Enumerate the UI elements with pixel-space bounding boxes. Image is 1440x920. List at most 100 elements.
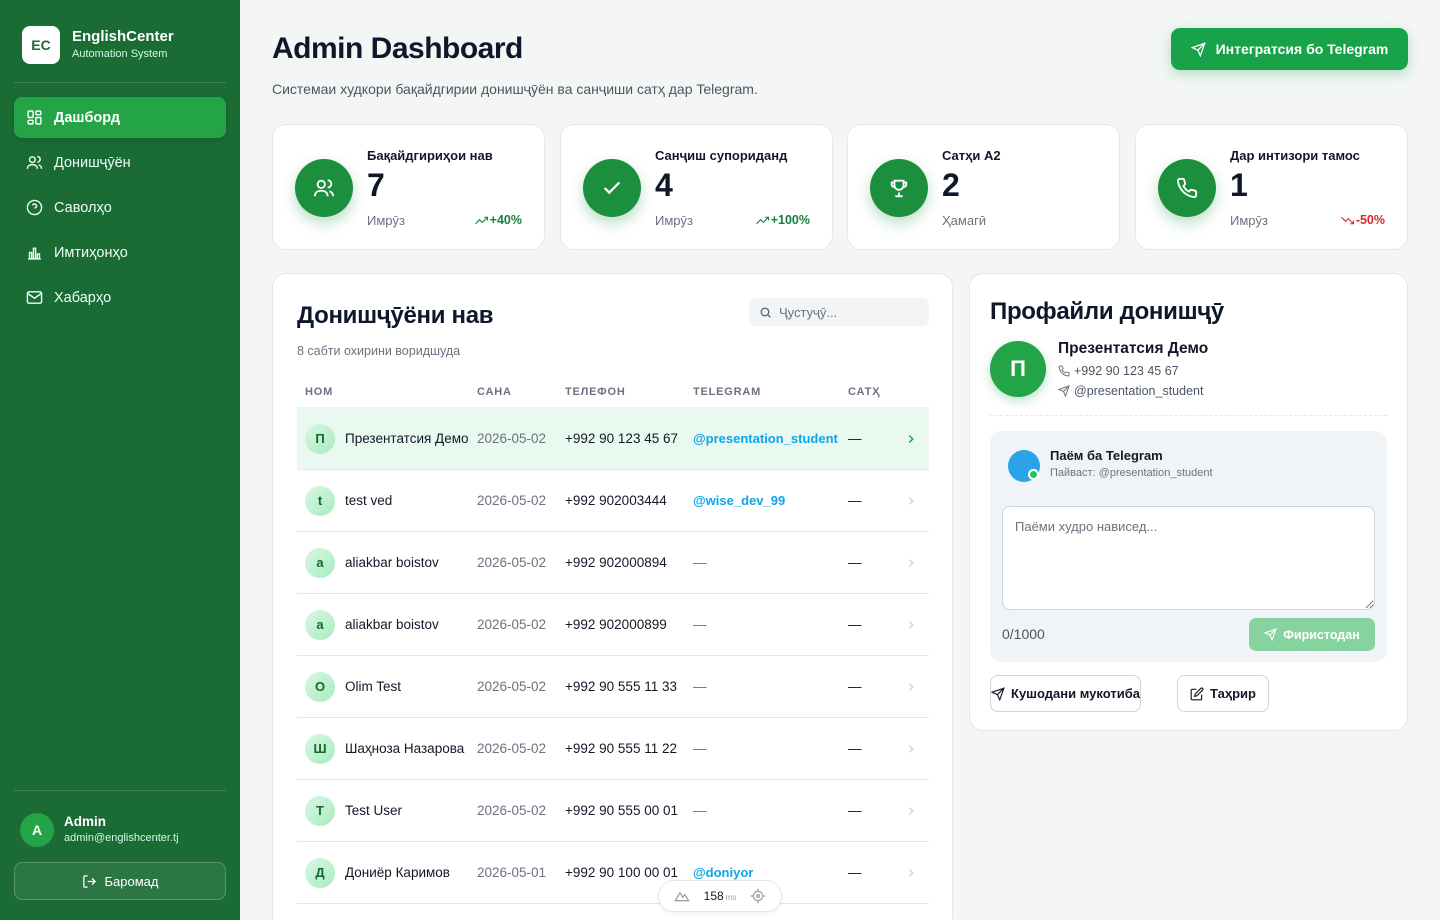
profile-phone: +992 90 123 45 67	[1058, 364, 1179, 378]
table-row[interactable]: Д Дониёр Каримов 2026-05-01 +992 90 100 00 …	[297, 842, 929, 904]
cell-phone: +992 902000899	[565, 617, 667, 632]
cell-date: 2026-05-02	[477, 741, 547, 756]
send-icon	[1264, 628, 1278, 641]
search-box	[749, 298, 929, 326]
cell-level: —	[848, 865, 862, 880]
brand: EC EnglishCenter Automation System	[22, 26, 174, 64]
table-row[interactable]: Ш Шаҳноза Назарова 2026-05-02 +992 90 555 1…	[297, 718, 929, 780]
message-textarea[interactable]	[1002, 506, 1375, 610]
sidebar-item-students[interactable]: Донишҷӯён	[14, 142, 226, 183]
chevron-right-icon[interactable]	[893, 804, 929, 818]
edit-icon	[1190, 687, 1204, 700]
telegram-message-box: Паём ба Telegram Пайваст: @presentation_…	[990, 431, 1387, 662]
column-header-telegram: TELEGRAM	[693, 385, 762, 398]
cell-telegram[interactable]: @presentation_student	[693, 431, 848, 446]
trend-down-icon	[1340, 216, 1354, 224]
table-row[interactable]: a aliakbar boistov 2026-05-02 +992 90200089…	[297, 594, 929, 656]
logout-label: Баромад	[104, 873, 159, 889]
sidebar-divider	[14, 790, 226, 791]
brand-name: EnglishCenter	[72, 28, 174, 45]
avatar: П	[990, 341, 1046, 397]
cell-telegram: —	[693, 617, 707, 632]
sidebar-item-questions[interactable]: Саволҳо	[14, 187, 226, 228]
chevron-right-icon[interactable]	[893, 680, 929, 694]
students-table: НОМ САНА ТЕЛЕФОН TELEGRAM САТҲ П Презента…	[297, 376, 929, 904]
logout-icon	[82, 874, 96, 888]
chevron-right-icon[interactable]	[893, 618, 929, 632]
brand-logo: EC	[22, 26, 60, 64]
avatar: O	[305, 671, 335, 702]
cell-date: 2026-05-02	[477, 431, 547, 446]
open-chat-button[interactable]: Кушодани мукотиба	[990, 675, 1141, 712]
profile-panel: Профайли донишҷӯ П Презентатсия Демо +99…	[969, 273, 1408, 731]
table-row[interactable]: O Olim Test 2026-05-02 +992 90 555 11 33 — —	[297, 656, 929, 718]
stat-label: Дар интизори тамос	[1230, 148, 1360, 163]
stat-trend-value: +40%	[489, 213, 522, 227]
sidebar-item-dashboard[interactable]: Дашборд	[14, 97, 226, 138]
stat-card-new-registrations: Бақайдгириҳои нав 7 Имрӯз +40%	[272, 124, 545, 250]
table-row[interactable]: П Презентатсия Демо 2026-05-02 +992 90 123 …	[297, 408, 929, 470]
sidebar: EC EnglishCenter Automation System Дашбо…	[0, 0, 240, 920]
send-message-button[interactable]: Фиристодан	[1249, 618, 1375, 651]
table-body: П Презентатсия Демо 2026-05-02 +992 90 123 …	[297, 408, 929, 904]
cell-telegram: —	[693, 741, 707, 756]
logout-button[interactable]: Баромад	[14, 862, 226, 900]
chevron-right-icon[interactable]	[893, 556, 929, 570]
telegram-integration-button[interactable]: Интегратсия бо Telegram	[1171, 28, 1408, 70]
message-recipient: Пайваст: @presentation_student	[1050, 467, 1213, 479]
cell-telegram: —	[693, 555, 707, 570]
cell-phone: +992 902000894	[565, 555, 667, 570]
users-icon	[26, 155, 43, 169]
cell-telegram: —	[693, 803, 707, 818]
sidebar-item-messages[interactable]: Хабарҳо	[14, 277, 226, 318]
profile-divider	[990, 415, 1387, 416]
page-title: Admin Dashboard	[272, 32, 523, 65]
column-header-phone: ТЕЛЕФОН	[565, 385, 626, 398]
stat-trend-value: +100%	[770, 213, 810, 227]
column-header-level: САТҲ	[848, 385, 881, 398]
sidebar-item-exams[interactable]: Имтиҳонҳо	[14, 232, 226, 273]
cell-phone: +992 90 555 11 33	[565, 679, 677, 694]
student-name: Дониёр Каримов	[345, 865, 450, 880]
search-input[interactable]	[779, 304, 919, 320]
chevron-right-icon[interactable]	[893, 494, 929, 508]
mountain-icon[interactable]	[674, 888, 690, 904]
cell-level: —	[848, 803, 862, 818]
student-name: aliakbar boistov	[345, 555, 439, 570]
students-panel: Донишҷӯёни нав 8 сабти охирини воридшуда…	[272, 273, 953, 920]
online-status-dot	[1028, 469, 1039, 480]
table-row[interactable]: T Test User 2026-05-02 +992 90 555 00 01 — —	[297, 780, 929, 842]
edit-button[interactable]: Таҳрир	[1177, 675, 1269, 712]
target-icon[interactable]	[750, 888, 766, 904]
sidebar-item-label: Дашборд	[54, 109, 120, 126]
question-icon	[26, 199, 43, 216]
cell-name: Д Дониёр Каримов	[297, 857, 477, 888]
table-row[interactable]: a aliakbar boistov 2026-05-02 +992 90200089…	[297, 532, 929, 594]
avatar: П	[305, 423, 335, 454]
telegram-integration-label: Интегратсия бо Telegram	[1215, 41, 1389, 57]
cell-level: —	[848, 493, 862, 508]
profile-name: Презентатсия Демо	[1058, 340, 1209, 357]
students-title: Донишҷӯёни нав	[297, 302, 494, 329]
chevron-right-icon[interactable]	[893, 432, 929, 446]
stat-value: 4	[655, 167, 673, 203]
trend-up-icon	[755, 216, 769, 224]
users-icon	[295, 159, 353, 217]
cell-phone: +992 90 123 45 67	[565, 431, 678, 446]
cell-date: 2026-05-02	[477, 617, 547, 632]
avatar: a	[305, 547, 335, 578]
stat-period: Имрӯз	[1230, 213, 1268, 228]
cell-name: П Презентатсия Демо	[297, 423, 477, 454]
cell-telegram[interactable]: @wise_dev_99	[693, 493, 848, 508]
sidebar-divider	[14, 82, 226, 83]
chevron-right-icon[interactable]	[893, 742, 929, 756]
sidebar-item-label: Донишҷӯён	[54, 154, 131, 171]
avatar: Д	[305, 857, 335, 888]
user-name: Admin	[64, 814, 106, 829]
chevron-right-icon[interactable]	[893, 866, 929, 880]
edit-label: Таҳрир	[1210, 686, 1256, 701]
table-row[interactable]: t test ved 2026-05-02 +992 902003444 @wise_d…	[297, 470, 929, 532]
stat-label: Сатҳи A2	[942, 148, 1001, 163]
cell-telegram[interactable]: @doniyor	[693, 865, 848, 880]
phone-icon	[1158, 159, 1216, 217]
